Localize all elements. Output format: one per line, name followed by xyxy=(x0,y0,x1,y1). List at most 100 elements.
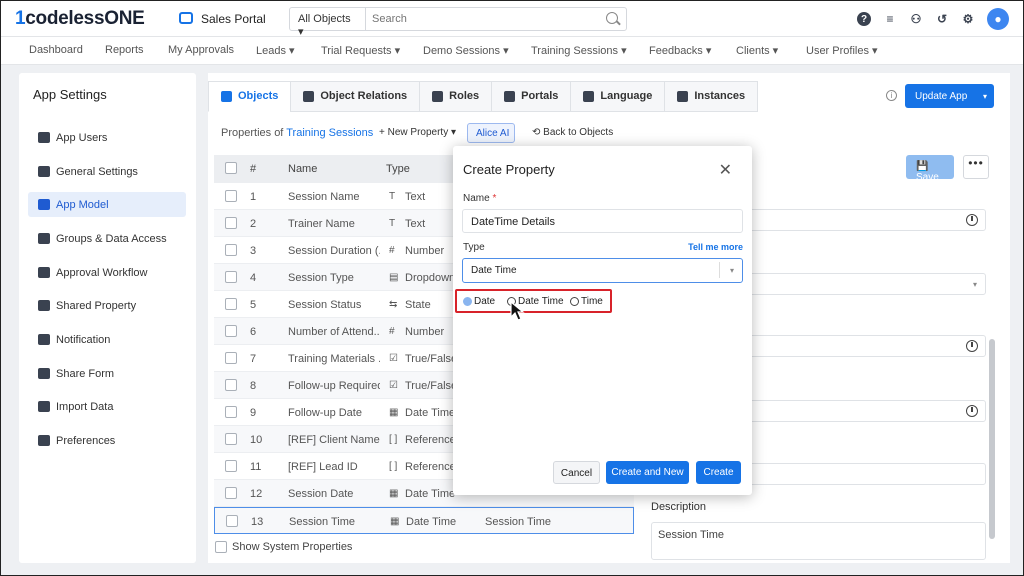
column-header-name[interactable]: Name xyxy=(288,163,317,175)
row-checkbox[interactable] xyxy=(225,379,237,391)
search-input[interactable] xyxy=(372,13,592,25)
sidebar-item-label: Approval Workflow xyxy=(56,267,148,279)
top-icons: ? ≡ ⚇ ↺ ⚙ ● xyxy=(857,8,1009,30)
sidebar-item-shared-property[interactable]: Shared Property xyxy=(28,293,186,318)
tab-instances[interactable]: Instances xyxy=(664,81,759,112)
nav-trial-requests[interactable]: Trial Requests ▾ xyxy=(321,44,400,57)
cancel-button[interactable]: Cancel xyxy=(553,461,600,484)
group-icon xyxy=(38,233,50,244)
row-checkbox[interactable] xyxy=(225,190,237,202)
row-checkbox[interactable] xyxy=(225,325,237,337)
save-button[interactable]: 💾 Save xyxy=(906,155,954,183)
tab-portals[interactable]: Portals xyxy=(491,81,571,112)
chevron-down-icon[interactable]: ▾ xyxy=(973,280,977,289)
row-checkbox[interactable] xyxy=(226,515,238,527)
sidebar-item-share-form[interactable]: Share Form xyxy=(28,361,186,386)
tab-objects[interactable]: Objects xyxy=(208,81,291,112)
nav-training-sessions[interactable]: Training Sessions ▾ xyxy=(531,44,627,57)
sidebar-item-approval-workflow[interactable]: Approval Workflow xyxy=(28,260,186,285)
chevron-down-icon[interactable]: ▾ xyxy=(983,92,987,101)
sidebar-item-import-data[interactable]: Import Data xyxy=(28,394,186,419)
gear-icon[interactable]: ⚙ xyxy=(961,12,975,26)
nav-demo-sessions[interactable]: Demo Sessions ▾ xyxy=(423,44,509,57)
sidebar-item-app-users[interactable]: App Users xyxy=(28,125,186,150)
sidebar-item-label: Share Form xyxy=(56,368,115,380)
sidebar-item-app-model[interactable]: App Model xyxy=(28,192,186,217)
row-checkbox[interactable] xyxy=(225,298,237,310)
alice-ai-button[interactable]: Alice AI xyxy=(467,123,515,143)
add-user-icon[interactable]: ⚇ xyxy=(909,12,923,26)
show-system-properties[interactable]: Show System Properties xyxy=(214,541,352,553)
tell-me-more-link[interactable]: Tell me more xyxy=(688,242,743,252)
radio-date[interactable]: Date xyxy=(463,296,495,307)
nav-leads[interactable]: Leads ▾ xyxy=(256,44,295,57)
search-icon[interactable] xyxy=(606,12,618,24)
row-checkbox[interactable] xyxy=(225,217,237,229)
radio-time[interactable]: Time xyxy=(570,296,603,307)
sidebar-item-groups-data-access[interactable]: Groups & Data Access xyxy=(28,226,186,251)
row-checkbox[interactable] xyxy=(225,487,237,499)
radio-dot-selected[interactable] xyxy=(463,297,472,306)
help-icon[interactable]: ? xyxy=(857,12,871,26)
create-property-dialog: Create Property ✕ Name * DateTime Detail… xyxy=(453,146,752,495)
history-icon[interactable]: ↺ xyxy=(935,12,949,26)
database-icon[interactable]: ≡ xyxy=(883,12,897,26)
nav-dashboard[interactable]: Dashboard xyxy=(29,44,83,56)
row-type: Number xyxy=(405,326,445,338)
select-all-checkbox[interactable] xyxy=(225,162,237,174)
preferences-icon xyxy=(38,435,50,446)
row-checkbox[interactable] xyxy=(225,271,237,283)
update-app-button[interactable]: Update App ▾ xyxy=(905,84,994,108)
close-icon[interactable]: ✕ xyxy=(719,160,732,180)
type-icon: ☑ xyxy=(389,380,398,391)
nav-clients[interactable]: Clients ▾ xyxy=(736,44,778,57)
table-row[interactable]: 13 Session Time ▦ Date Time Session Time xyxy=(214,507,634,534)
description-field[interactable]: Session Time xyxy=(651,522,986,560)
tab-object-relations[interactable]: Object Relations xyxy=(290,81,420,112)
nav-my-approvals[interactable]: My Approvals xyxy=(168,44,234,56)
main-nav: Dashboard Reports My Approvals Leads ▾ T… xyxy=(1,37,1023,65)
nav-feedbacks[interactable]: Feedbacks ▾ xyxy=(649,44,711,57)
row-checkbox[interactable] xyxy=(225,433,237,445)
app-icon xyxy=(179,12,193,24)
create-and-new-button[interactable]: Create and New xyxy=(606,461,689,484)
sidebar-item-notification[interactable]: Notification xyxy=(28,327,186,352)
back-to-objects-button[interactable]: ⟲ Back to Objects xyxy=(532,127,613,138)
sidebar-item-preferences[interactable]: Preferences xyxy=(28,428,186,453)
type-select[interactable]: Date Time ▾ xyxy=(462,258,743,283)
show-system-checkbox[interactable] xyxy=(215,541,227,553)
row-type: Referenced xyxy=(405,461,457,473)
column-header-type[interactable]: Type xyxy=(386,163,410,175)
scrollbar[interactable] xyxy=(989,339,995,539)
tab-language[interactable]: Language xyxy=(570,81,665,112)
more-options-button[interactable]: ••• xyxy=(963,155,989,179)
tab-roles[interactable]: Roles xyxy=(419,81,492,112)
create-button[interactable]: Create xyxy=(696,461,741,484)
row-checkbox[interactable] xyxy=(225,406,237,418)
radio-dot[interactable] xyxy=(570,297,579,306)
clock-icon[interactable] xyxy=(966,214,978,226)
required-mark: * xyxy=(492,193,497,204)
clock-icon[interactable] xyxy=(966,405,978,417)
nav-user-profiles[interactable]: User Profiles ▾ xyxy=(806,44,878,57)
search-scope-select[interactable]: All Objects ▾ xyxy=(290,8,366,38)
row-name: Follow-up Date xyxy=(288,407,362,419)
name-field[interactable]: DateTime Details xyxy=(462,209,743,233)
sidebar-item-general-settings[interactable]: General Settings xyxy=(28,159,186,184)
clock-icon[interactable] xyxy=(966,340,978,352)
row-checkbox[interactable] xyxy=(225,244,237,256)
row-checkbox[interactable] xyxy=(225,352,237,364)
workflow-icon xyxy=(38,267,50,278)
chevron-down-icon[interactable]: ▾ xyxy=(730,266,734,275)
nav-reports[interactable]: Reports xyxy=(105,44,144,56)
object-name-link[interactable]: Training Sessions xyxy=(286,127,373,139)
name-label-text: Name xyxy=(463,193,490,204)
row-checkbox[interactable] xyxy=(225,460,237,472)
row-name: Session Time xyxy=(289,516,356,528)
logo[interactable]: 1codelessONE xyxy=(15,8,145,30)
mouse-cursor-icon xyxy=(510,301,525,321)
app-name[interactable]: Sales Portal xyxy=(201,12,266,26)
avatar[interactable]: ● xyxy=(987,8,1009,30)
info-icon[interactable]: i xyxy=(886,90,897,101)
new-property-button[interactable]: + New Property ▾ xyxy=(379,127,456,138)
